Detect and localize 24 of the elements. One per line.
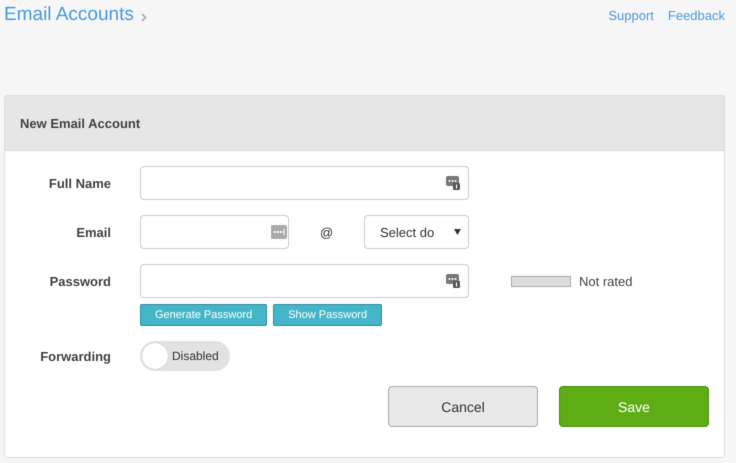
page-title[interactable]: Email Accounts	[4, 4, 134, 26]
domain-select[interactable]: Select do	[364, 215, 469, 249]
cancel-button[interactable]: Cancel	[388, 386, 538, 427]
header-link[interactable]: Support	[608, 8, 654, 23]
dropdown-caret-icon	[454, 229, 461, 235]
at-sign: @	[320, 224, 334, 240]
full-name-field[interactable]	[140, 166, 469, 200]
forwarding-toggle[interactable]: Disabled	[140, 341, 230, 371]
field-label: Full Name	[48, 176, 111, 190]
chevron-icon	[140, 12, 147, 22]
password-manager-icon	[446, 176, 460, 190]
password-manager-icon	[446, 274, 460, 288]
password-field[interactable]	[140, 264, 469, 298]
field-label: Forwarding	[39, 348, 111, 364]
field-label: Email	[75, 224, 111, 240]
panel-title: New Email Account	[20, 116, 140, 130]
field-label: Password	[48, 274, 111, 288]
strength-text: Not rated	[579, 274, 632, 288]
header-link[interactable]: Feedback	[668, 8, 725, 23]
password-button[interactable]: Generate Password	[140, 304, 268, 326]
save-button[interactable]: Save	[559, 386, 709, 427]
password-button[interactable]: Show Password	[273, 304, 382, 326]
password-manager-icon	[271, 225, 287, 239]
email-field[interactable]	[140, 215, 289, 249]
